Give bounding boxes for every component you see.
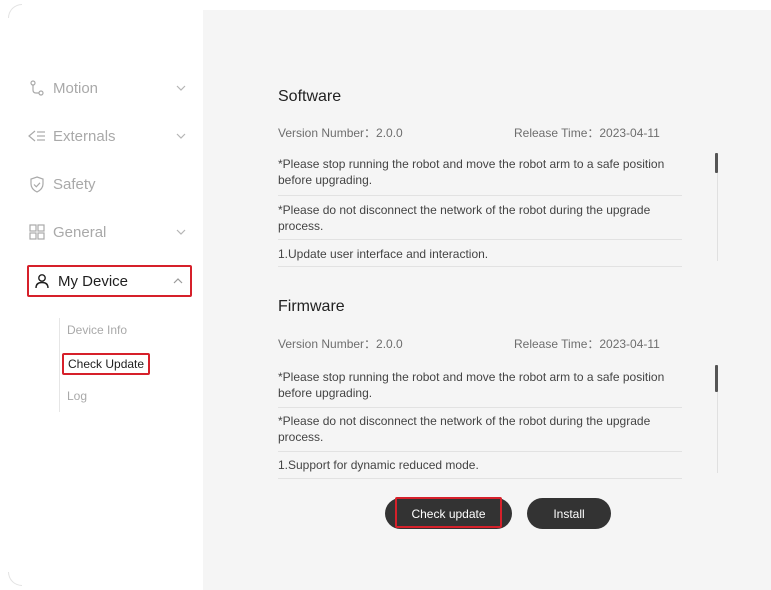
firmware-note: *Please do not disconnect the network of… xyxy=(278,414,651,444)
divider xyxy=(278,195,682,196)
sidebar-item-motion[interactable]: Motion xyxy=(27,73,193,103)
firmware-title: Firmware xyxy=(278,298,345,315)
chevron-up-icon xyxy=(172,275,184,287)
window-corner xyxy=(8,572,22,586)
externals-icon xyxy=(27,126,47,146)
sidebar-item-label: General xyxy=(53,223,107,241)
chevron-down-icon xyxy=(175,130,187,142)
highlight-box xyxy=(395,497,502,528)
submenu-item-log[interactable]: Log xyxy=(67,389,87,403)
software-note: *Please stop running the robot and move … xyxy=(278,157,665,187)
firmware-release-time: Release Time：2023-04-11 xyxy=(514,337,660,351)
sidebar-item-safety[interactable]: Safety xyxy=(27,169,193,199)
divider xyxy=(278,407,682,408)
sidebar-item-externals[interactable]: Externals xyxy=(27,121,193,151)
software-release-time: Release Time：2023-04-11 xyxy=(514,126,660,140)
firmware-scrollbar-thumb[interactable] xyxy=(715,365,718,392)
software-scrollbar-thumb[interactable] xyxy=(715,153,718,173)
grid-icon xyxy=(27,222,47,242)
software-title: Software xyxy=(278,88,342,105)
submenu-item-check-update[interactable]: Check Update xyxy=(62,353,151,375)
shield-check-icon xyxy=(27,174,47,194)
divider xyxy=(278,239,682,240)
firmware-note: 1.Support for dynamic reduced mode. xyxy=(278,458,479,472)
sidebar-item-label: Motion xyxy=(53,79,99,97)
sidebar-item-general[interactable]: General xyxy=(27,217,193,247)
install-button[interactable]: Install xyxy=(527,498,611,529)
window-corner xyxy=(8,4,22,18)
sidebar-item-label: Externals xyxy=(53,127,116,145)
divider xyxy=(278,451,682,452)
sidebar-item-label: My Device xyxy=(58,272,129,290)
divider xyxy=(278,266,682,267)
software-note: 1.Update user interface and interaction. xyxy=(278,247,489,261)
user-icon xyxy=(32,271,52,291)
check-update-button[interactable]: Check update xyxy=(385,497,512,529)
motion-icon xyxy=(27,78,47,98)
submenu-item-device-info[interactable]: Device Info xyxy=(67,323,127,337)
submenu-rail xyxy=(59,318,60,412)
main-panel: Software Version Number：2.0.0 Release Ti… xyxy=(203,10,771,590)
chevron-down-icon xyxy=(175,226,187,238)
software-note: *Please do not disconnect the network of… xyxy=(278,203,651,233)
chevron-down-icon xyxy=(175,82,187,94)
sidebar-item-my-device[interactable]: My Device xyxy=(27,265,192,297)
sidebar: Motion Externals Safety General My Devic… xyxy=(0,0,203,590)
install-label: Install xyxy=(553,506,585,521)
software-version: Version Number：2.0.0 xyxy=(278,126,403,140)
firmware-note: *Please stop running the robot and move … xyxy=(278,370,665,400)
firmware-version: Version Number：2.0.0 xyxy=(278,337,403,351)
divider xyxy=(278,478,682,479)
sidebar-item-label: Safety xyxy=(53,175,96,193)
